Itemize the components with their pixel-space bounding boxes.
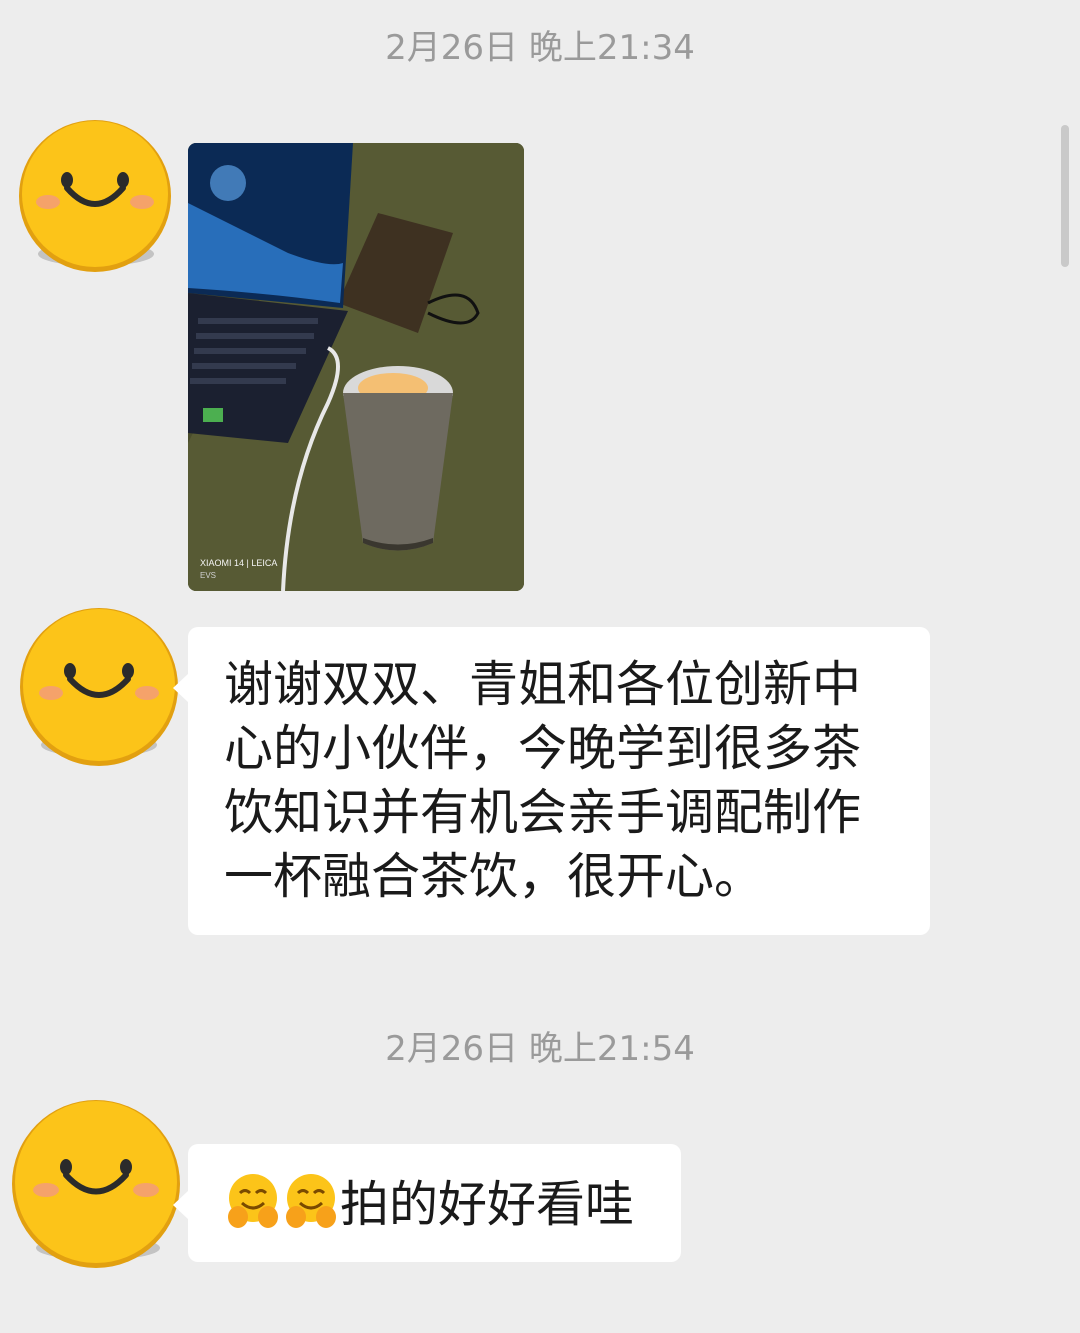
message-timestamp: 2月26日 晚上21:54 [385,1029,695,1069]
photo-laptop-tumbler: XIAOMI 14 | LEICA EVS [188,143,524,591]
hugging-face-emoji [282,1171,340,1245]
hugging-face-emoji [224,1171,282,1245]
message-line: 一杯融合茶饮，很开心。 [224,848,764,905]
chat-photo[interactable]: XIAOMI 14 | LEICA EVS [188,143,524,591]
message-bubble[interactable]: 谢谢双双、青姐和各位创新中 心的小伙伴，今晚学到很多茶 饮知识并有机会亲手调配制… [173,627,930,935]
photo-watermark-line2: EVS [200,571,216,580]
message-line: 谢谢双双、青姐和各位创新中 [224,656,862,713]
message-bubble[interactable]: 拍的好好看哇 [173,1144,681,1262]
message-line: 心的小伙伴，今晚学到很多茶 [224,720,862,777]
scrollbar[interactable] [1061,125,1069,267]
smiley-face-avatar[interactable] [8,1098,183,1273]
message-timestamp: 2月26日 晚上21:34 [385,28,695,68]
photo-watermark-line1: XIAOMI 14 | LEICA [200,558,277,568]
message-text: 拍的好好看哇 [340,1176,635,1233]
message-line: 饮知识并有机会亲手调配制作 [224,784,862,841]
smiley-face-avatar[interactable] [15,605,183,773]
smiley-face-avatar[interactable] [15,118,177,280]
